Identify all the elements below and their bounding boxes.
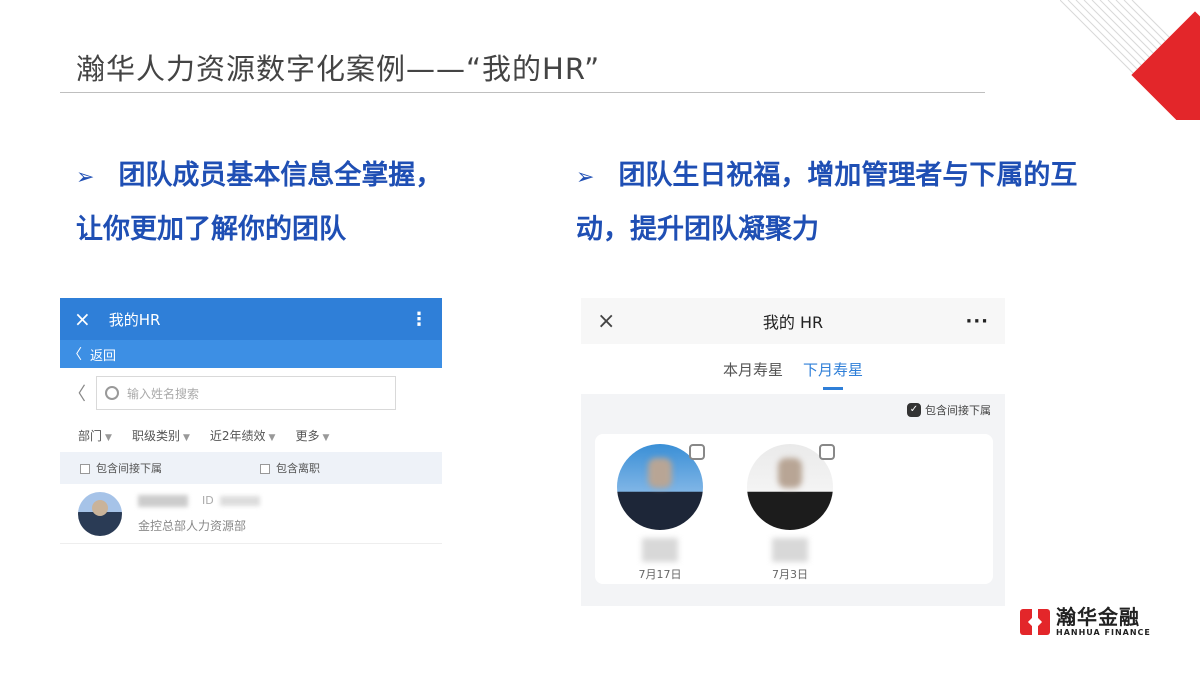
logo-en: HANHUA FINANCE	[1056, 628, 1151, 637]
blurred-face	[648, 458, 672, 488]
id-label: ID	[202, 494, 214, 507]
search-row: 〈 输入姓名搜索	[60, 368, 442, 418]
caret-down-icon: ▼	[182, 432, 190, 443]
filter-job-level[interactable]: 职级类别 ▼	[132, 427, 190, 444]
app-topbar: × 我的 HR ···	[581, 298, 1005, 344]
birthday-date: 7月17日	[638, 568, 682, 581]
arrow-bullet-icon: ➢	[576, 165, 595, 190]
bullet-left: ➢ 团队成员基本信息全掌握，让你更加了解你的团队	[76, 150, 456, 256]
app-title: 我的 HR	[762, 313, 824, 332]
birthday-card: 7月17日 7月3日	[595, 434, 993, 584]
team-list-screenshot: × 我的HR ⋮ 〈 返回 〈 输入姓名搜索 部门 ▼ 职级类别 ▼ 近2年绩效 ▼ …	[60, 298, 442, 553]
tab-bar: 本月寿星 下月寿星	[581, 344, 1005, 394]
caret-down-icon: ▼	[322, 432, 330, 443]
filter-label: 近2年绩效	[209, 428, 266, 443]
checkmark-icon: ✓	[907, 403, 921, 417]
logo-cn: 瀚华金融	[1056, 605, 1140, 629]
birthday-screenshot: × 我的 HR ··· 本月寿星 下月寿星 ✓ 包含间接下属 7月17日 7月3…	[581, 298, 1005, 606]
checkbox-label: 包含间接下属	[96, 462, 162, 475]
logo-mark-icon	[1020, 607, 1050, 637]
tab-this-month[interactable]: 本月寿星	[723, 359, 783, 380]
close-icon[interactable]: ×	[597, 309, 615, 334]
checkbox-label: 包含离职	[276, 462, 320, 475]
decorative-stripes	[1060, 0, 1200, 120]
back-label: 返回	[90, 348, 117, 364]
company-logo: 瀚华金融 HANHUA FINANCE	[1020, 606, 1151, 637]
caret-down-icon: ▼	[105, 432, 112, 443]
app-title: 我的HR	[108, 310, 161, 329]
filter-label: 更多	[295, 428, 320, 443]
department-text: 金控总部人力资源部	[138, 519, 247, 533]
birthday-person[interactable]: 7月17日	[615, 444, 705, 582]
option-label: 包含间接下属	[925, 404, 991, 417]
filter-label: 部门	[78, 428, 103, 443]
checkbox-indirect[interactable]: 包含间接下属	[80, 460, 162, 476]
option-indirect[interactable]: ✓ 包含间接下属	[581, 394, 1005, 426]
blurred-name	[138, 494, 188, 507]
blurred-face	[778, 458, 802, 488]
filter-bar: 部门 ▼ 职级类别 ▼ 近2年绩效 ▼ 更多 ▼	[60, 418, 442, 452]
chevron-left-icon: 〈	[68, 347, 82, 363]
filter-department[interactable]: 部门 ▼	[78, 427, 112, 444]
search-icon	[105, 386, 119, 400]
title-divider	[60, 92, 985, 93]
caret-down-icon: ▼	[268, 432, 276, 443]
list-item[interactable]: ID 金控总部人力资源部	[60, 484, 442, 544]
arrow-bullet-icon: ➢	[76, 165, 95, 190]
slide-title: 瀚华人力资源数字化案例——“我的HR”	[76, 52, 601, 86]
filter-performance[interactable]: 近2年绩效 ▼	[210, 427, 276, 444]
birthday-date: 7月3日	[772, 568, 808, 581]
tab-next-month[interactable]: 下月寿星	[803, 359, 863, 390]
filter-label: 职级类别	[131, 428, 180, 443]
checkbox-resigned[interactable]: 包含离职	[260, 460, 320, 476]
filter-more[interactable]: 更多 ▼	[295, 427, 329, 444]
checkbox-icon	[80, 464, 90, 474]
bullet-right: ➢ 团队生日祝福，增加管理者与下属的互动，提升团队凝聚力	[576, 150, 1096, 256]
avatar	[78, 491, 122, 536]
blurred-id	[219, 495, 260, 506]
person-info: ID 金控总部人力资源部	[138, 493, 260, 534]
checkbox-icon	[260, 464, 270, 474]
checkbox-row: 包含间接下属 包含离职	[60, 452, 442, 484]
bullet-left-text: 团队成员基本信息全掌握，让你更加了解你的团队	[76, 160, 443, 245]
app-topbar: × 我的HR ⋮	[60, 298, 442, 340]
menu-icon[interactable]: ⋮	[410, 309, 428, 330]
select-checkbox[interactable]	[819, 444, 835, 460]
more-icon[interactable]: ···	[965, 311, 989, 332]
back-bar[interactable]: 〈 返回	[60, 340, 442, 368]
blurred-name	[642, 538, 678, 562]
close-icon[interactable]: ×	[74, 307, 91, 331]
birthday-person[interactable]: 7月3日	[745, 444, 835, 582]
bullet-right-text: 团队生日祝福，增加管理者与下属的互动，提升团队凝聚力	[576, 160, 1078, 245]
search-placeholder: 输入姓名搜索	[127, 386, 200, 401]
select-checkbox[interactable]	[689, 444, 705, 460]
blurred-name	[772, 538, 808, 562]
search-input[interactable]: 输入姓名搜索	[96, 376, 396, 410]
logo-text: 瀚华金融 HANHUA FINANCE	[1056, 606, 1151, 637]
chevron-left-icon[interactable]: 〈	[68, 380, 86, 406]
